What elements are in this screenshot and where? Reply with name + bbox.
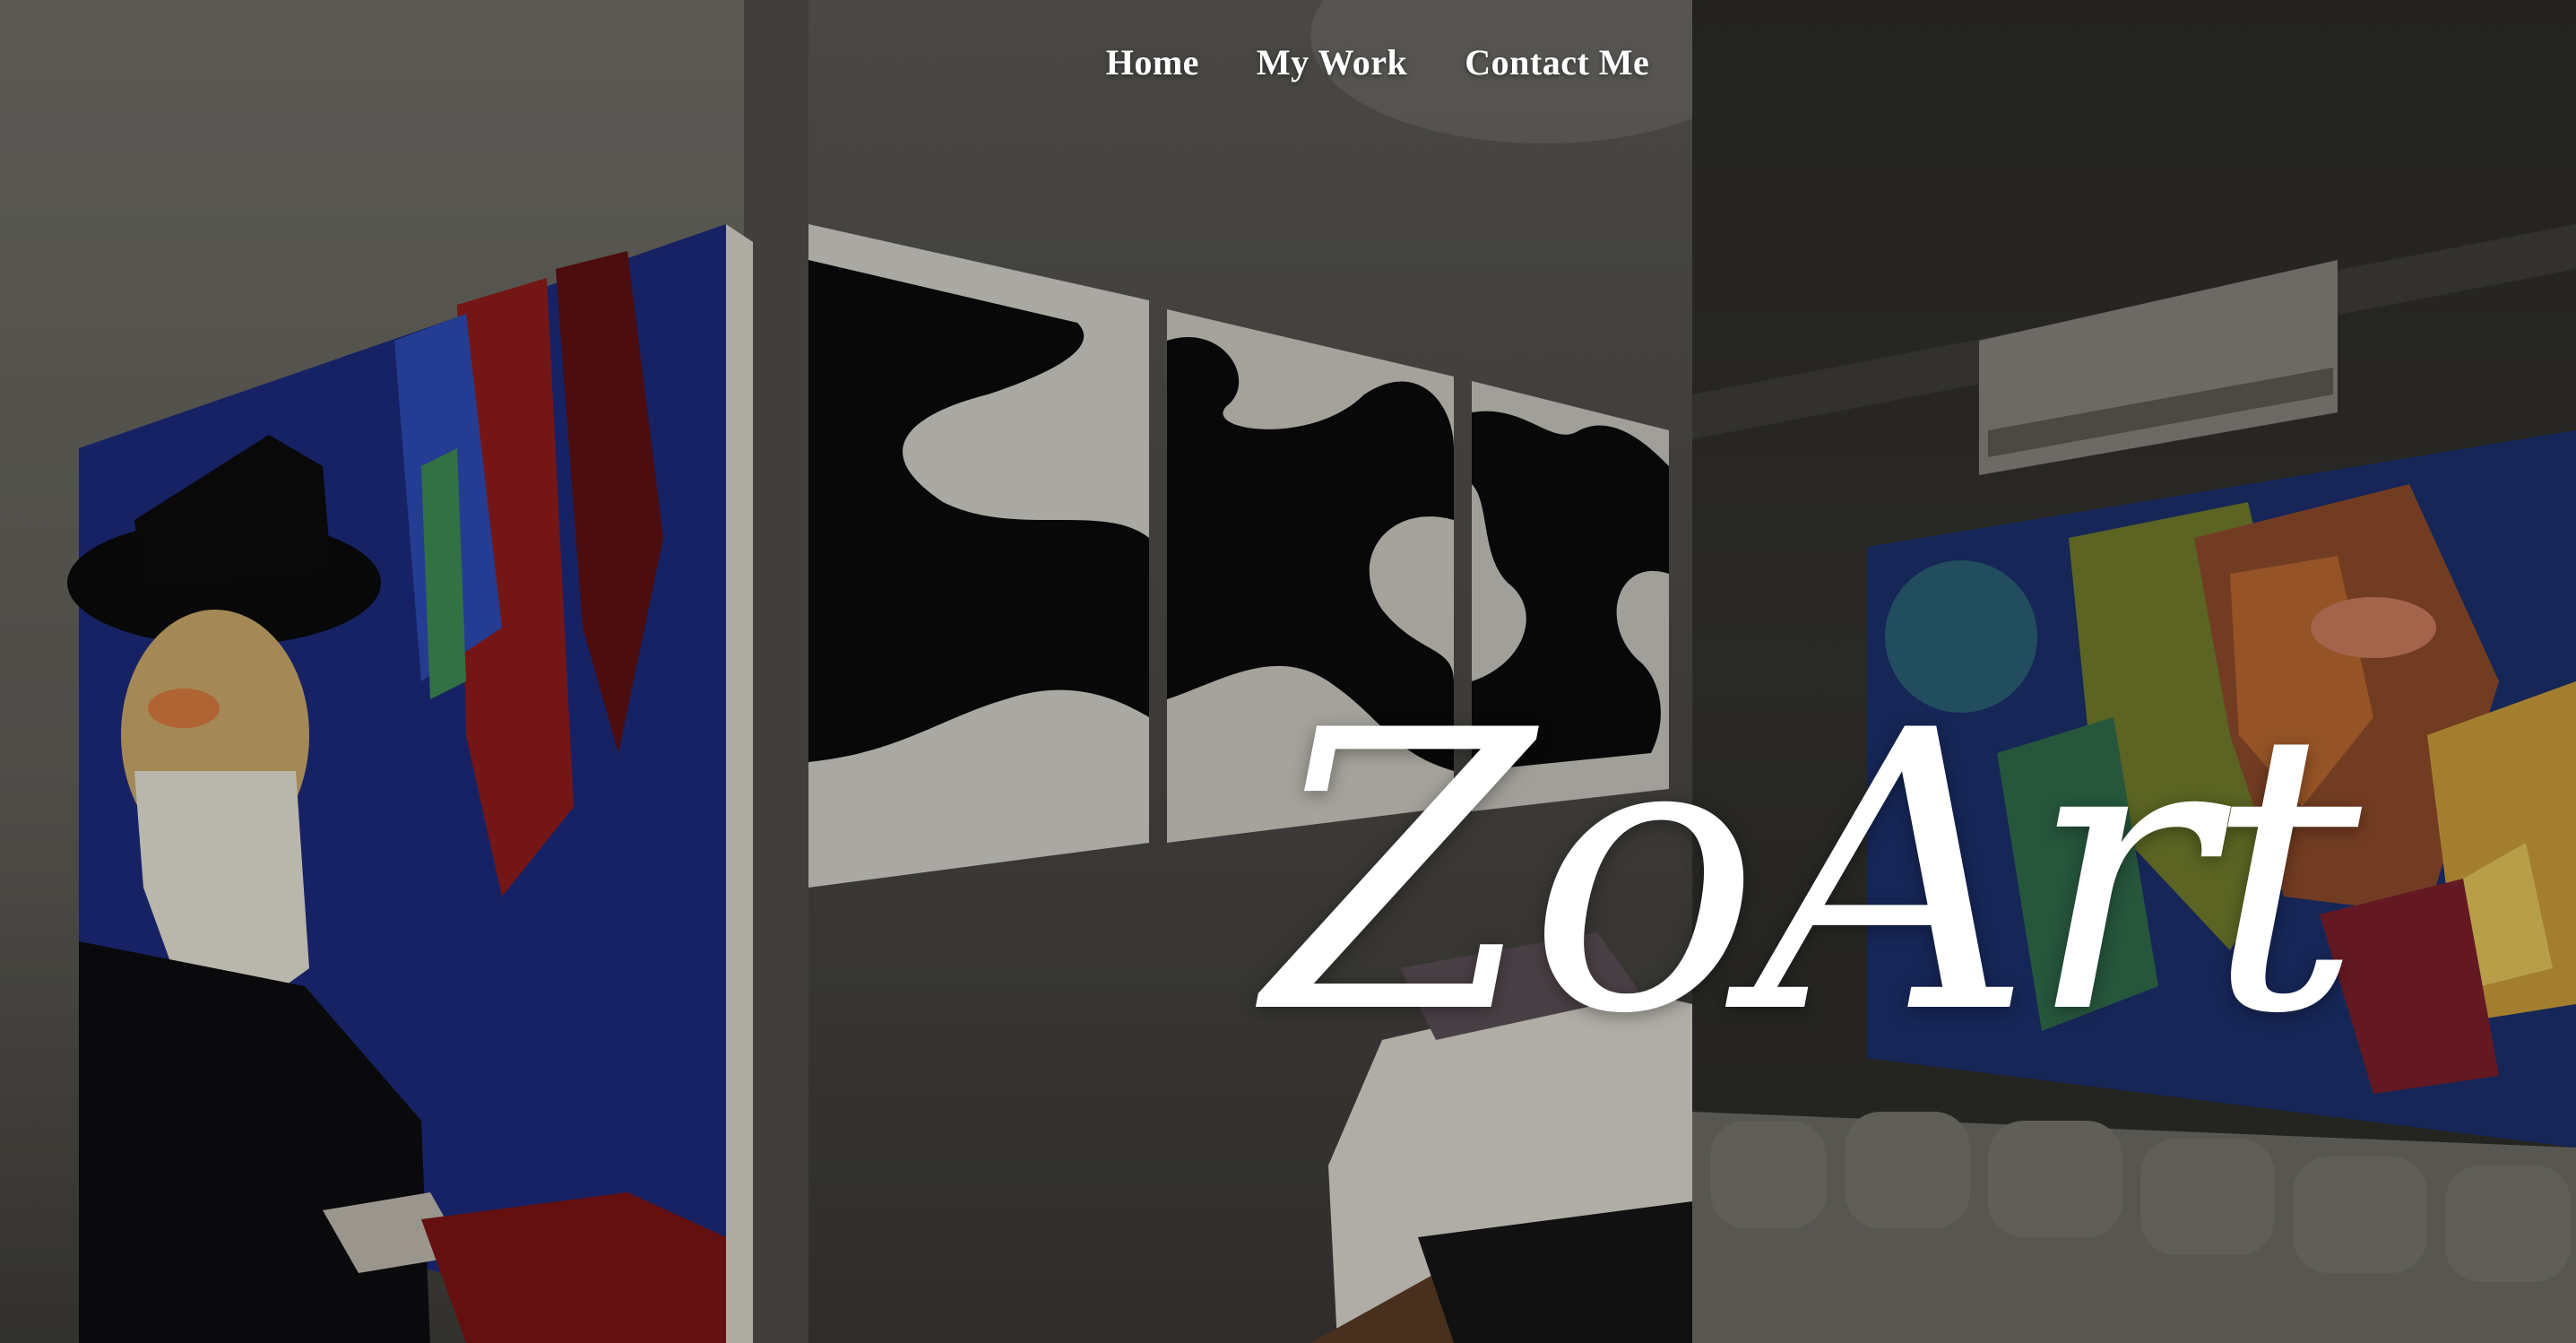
nav-link-contact-me[interactable]: Contact Me	[1465, 41, 1649, 83]
main-navigation: Home My Work Contact Me	[0, 41, 2576, 83]
portrait-painting-image	[67, 0, 808, 1343]
nav-link-home[interactable]: Home	[1106, 41, 1199, 83]
nav-link-my-work[interactable]: My Work	[1257, 41, 1407, 83]
background-photo-left	[0, 0, 808, 1343]
hero-section: Home My Work Contact Me ZoArt	[0, 0, 2576, 1343]
site-title: ZoArt	[1266, 650, 2362, 1098]
